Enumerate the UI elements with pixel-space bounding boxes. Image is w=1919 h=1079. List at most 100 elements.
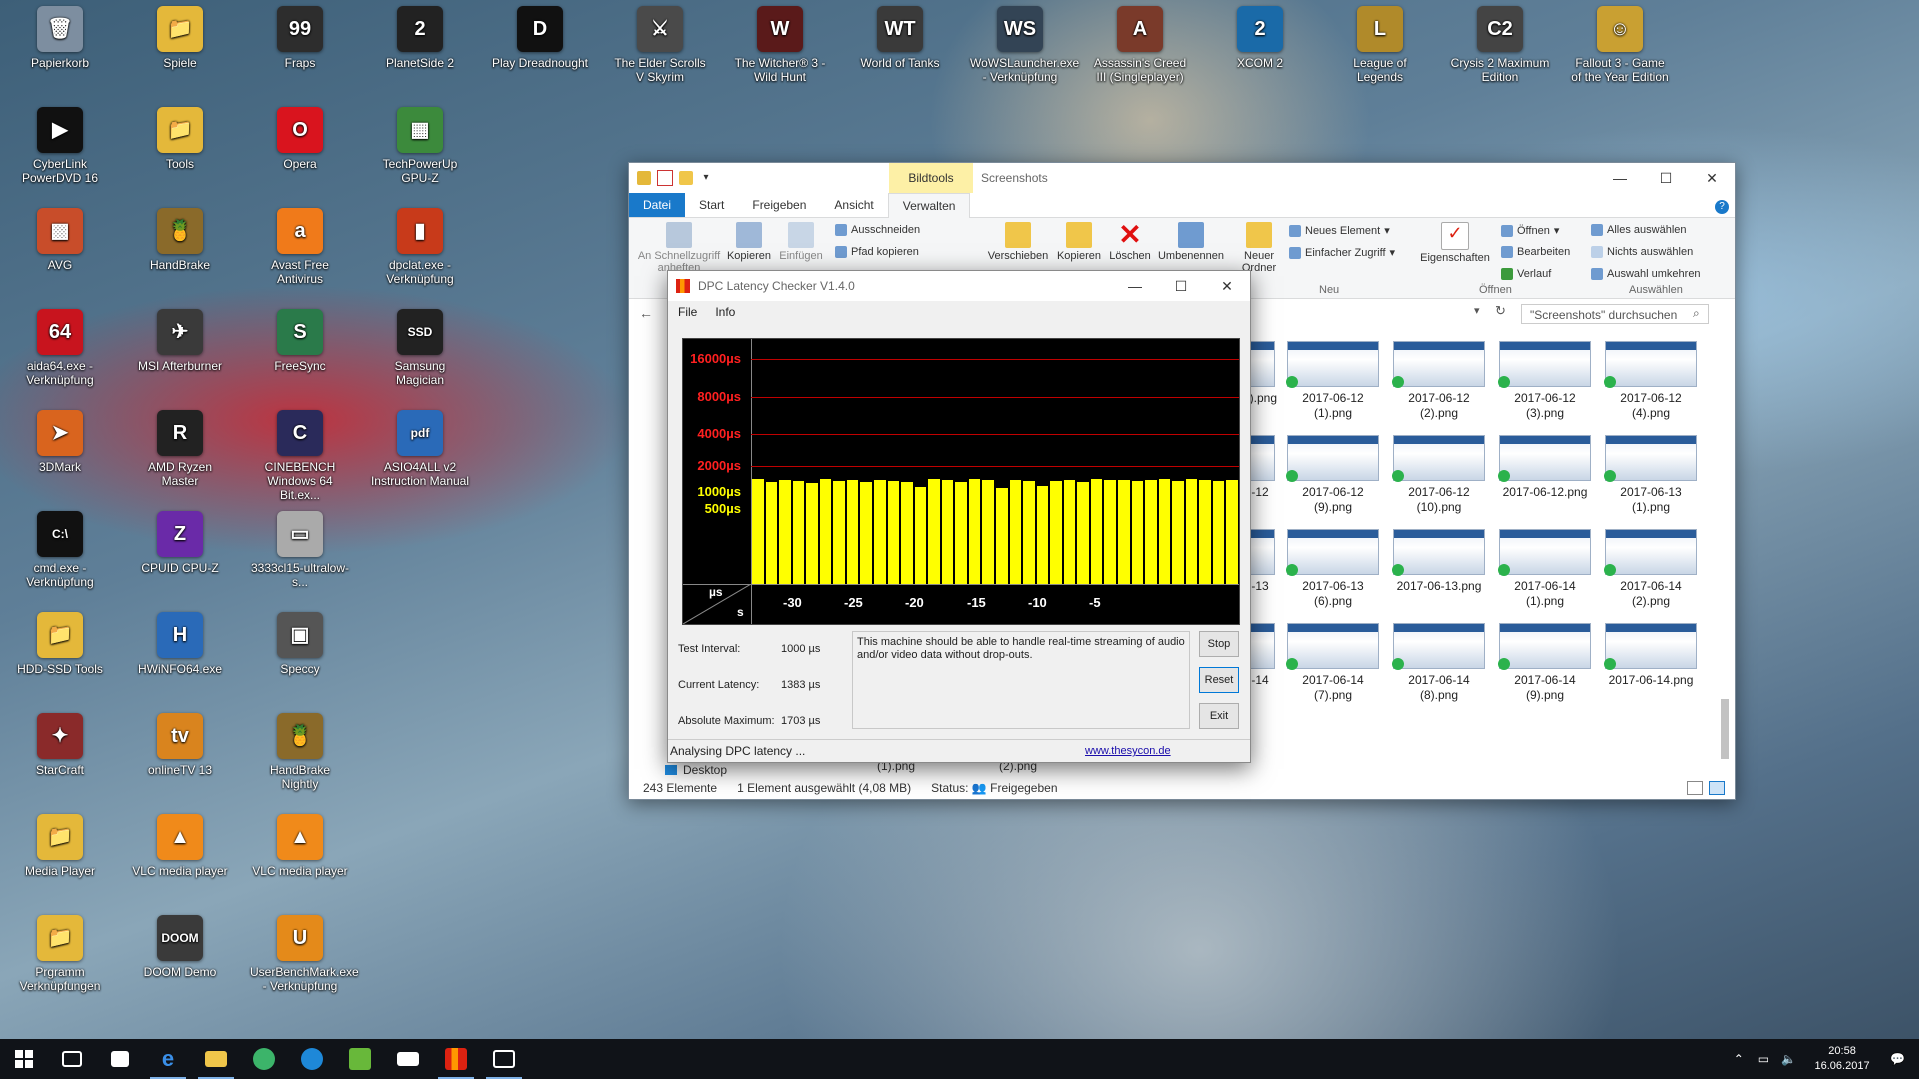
refresh-icon[interactable]: ↻ <box>1495 303 1506 319</box>
delete-button[interactable]: ✕ Löschen <box>1107 218 1153 263</box>
new-item-button[interactable]: Neues Element ▾ <box>1289 224 1390 237</box>
new-folder-icon[interactable] <box>679 171 693 185</box>
file-thumbnail[interactable]: 2017-06-12 (10).png <box>1391 435 1487 515</box>
file-thumbnail[interactable]: 2017-06-12 (3).png <box>1497 341 1593 421</box>
network-icon[interactable]: ▭ <box>1752 1052 1775 1066</box>
desktop-icon[interactable]: A Assassin's Creed III (Singleplayer) <box>1090 6 1190 84</box>
desktop-icon[interactable]: 📁 Prgramm Verknüpfungen <box>10 915 110 993</box>
desktop-icon[interactable]: WS WoWSLauncher.exe - Verknüpfung <box>970 6 1079 84</box>
file-thumbnail[interactable]: 2017-06-14 (2).png <box>1603 529 1699 609</box>
properties-icon[interactable] <box>657 170 673 186</box>
file-thumbnail[interactable]: 2017-06-12.png <box>1497 435 1593 500</box>
dpc-close-button[interactable]: ✕ <box>1204 271 1250 301</box>
properties-button[interactable]: ✓ Eigenschaften <box>1417 218 1493 264</box>
desktop-icon[interactable]: ▮ dpclat.exe - Verknüpfung <box>370 208 470 286</box>
tab-ansicht[interactable]: Ansicht <box>820 193 887 217</box>
desktop-icon[interactable]: 📁 HDD-SSD Tools <box>10 612 110 676</box>
open-button[interactable]: Öffnen ▾ <box>1501 224 1559 237</box>
back-arrow-icon[interactable]: ← <box>639 305 653 321</box>
file-thumbnail[interactable]: 2017-06-14 (9).png <box>1497 623 1593 703</box>
desktop-icon[interactable]: ⚔ The Elder Scrolls V Skyrim <box>610 6 710 84</box>
file-thumbnail[interactable]: 2017-06-12 (4).png <box>1603 341 1699 421</box>
file-thumbnail[interactable]: 2017-06-12 (1).png <box>1285 341 1381 421</box>
desktop-icon[interactable]: WT World of Tanks <box>850 6 950 70</box>
desktop-icon[interactable]: C CINEBENCH Windows 64 Bit.ex... <box>250 410 350 502</box>
paste-button[interactable]: Einfügen <box>775 218 827 262</box>
desktop-icon[interactable]: ☺ Fallout 3 - Game of the Year Edition <box>1570 6 1670 84</box>
dpc-latency-checker-window[interactable]: DPC Latency Checker V1.4.0 — ☐ ✕ File In… <box>667 270 1251 763</box>
search-icon[interactable]: ⌕ <box>1693 306 1700 321</box>
scrollbar-thumb[interactable] <box>1721 699 1729 759</box>
large-icons-view-icon[interactable] <box>1709 781 1725 795</box>
history-button[interactable]: Verlauf <box>1501 268 1551 280</box>
desktop-icon[interactable]: 📁 Tools <box>130 107 230 171</box>
desktop-icon[interactable]: L League of Legends <box>1330 6 1430 84</box>
desktop-icon[interactable]: Z CPUID CPU-Z <box>130 511 230 575</box>
desktop-icon[interactable]: ▩ AVG <box>10 208 110 272</box>
tab-bildtools[interactable]: Bildtools <box>889 163 973 193</box>
tab-freigeben[interactable]: Freigeben <box>738 193 820 217</box>
search-input[interactable]: "Screenshots" durchsuchen <box>1521 304 1709 324</box>
desktop-icon[interactable]: 🍍 HandBrake <box>130 208 230 272</box>
move-to-button[interactable]: Verschieben <box>985 218 1051 262</box>
copy-path-button[interactable]: Pfad kopieren <box>835 246 919 258</box>
dpc-minimize-button[interactable]: — <box>1112 271 1158 301</box>
desktop-icon[interactable]: D Play Dreadnought <box>490 6 590 70</box>
desktop-icon[interactable]: ✦ StarCraft <box>10 713 110 777</box>
desktop-icon[interactable]: ▲ VLC media player <box>250 814 350 878</box>
dpc-maximize-button[interactable]: ☐ <box>1158 271 1204 301</box>
desktop-icon[interactable]: R AMD Ryzen Master <box>130 410 230 488</box>
taskbar-mail[interactable] <box>384 1039 432 1079</box>
desktop-icon[interactable]: O Opera <box>250 107 350 171</box>
desktop-icon[interactable]: C:\ cmd.exe - Verknüpfung <box>10 511 110 589</box>
easy-access-button[interactable]: Einfacher Zugriff ▾ <box>1289 246 1395 259</box>
address-dropdown-icon[interactable]: ▾ <box>1474 304 1480 317</box>
new-folder-button[interactable]: Neuer Ordner <box>1235 218 1283 274</box>
desktop-icon[interactable]: S FreeSync <box>250 309 350 373</box>
file-thumbnail[interactable]: 2017-06-13 (1).png <box>1603 435 1699 515</box>
copy-to-button[interactable]: Kopieren <box>1053 218 1105 262</box>
desktop-icon[interactable]: tv onlineTV 13 <box>130 713 230 777</box>
taskbar-app-blue[interactable] <box>288 1039 336 1079</box>
desktop-icon[interactable]: H HWiNFO64.exe <box>130 612 230 676</box>
file-thumbnail[interactable]: 2017-06-12 (9).png <box>1285 435 1381 515</box>
desktop-icon[interactable]: ➤ 3DMark <box>10 410 110 474</box>
file-thumbnail[interactable]: 2017-06-14 (8).png <box>1391 623 1487 703</box>
file-thumbnail[interactable]: 2017-06-13.png <box>1391 529 1487 594</box>
file-thumbnail[interactable]: 2017-06-14 (7).png <box>1285 623 1381 703</box>
file-thumbnail[interactable]: 2017-06-13 (6).png <box>1285 529 1381 609</box>
action-center-icon[interactable]: 💬 <box>1882 1052 1919 1066</box>
explorer-titlebar[interactable]: ▾ Bildtools Screenshots — ☐ ✕ <box>629 163 1735 193</box>
taskbar-photos[interactable] <box>480 1039 528 1079</box>
desktop-icon[interactable]: 📁 Spiele <box>130 6 230 70</box>
taskbar-edge[interactable]: e <box>144 1039 192 1079</box>
select-none-button[interactable]: Nichts auswählen <box>1591 246 1693 258</box>
desktop-icon[interactable]: W The Witcher® 3 - Wild Hunt <box>730 6 830 84</box>
maximize-button[interactable]: ☐ <box>1643 163 1689 193</box>
desktop-icon[interactable]: 🍍 HandBrake Nightly <box>250 713 350 791</box>
file-thumbnail[interactable]: 2017-06-14.png <box>1603 623 1699 688</box>
desktop-icon[interactable]: DOOM DOOM Demo <box>130 915 230 979</box>
folder-icon[interactable] <box>637 171 651 185</box>
desktop-icon[interactable]: ▭ 3333cl15-ultralow-s... <box>250 511 350 589</box>
desktop-icon[interactable]: ▣ Speccy <box>250 612 350 676</box>
menu-file[interactable]: File <box>678 305 697 319</box>
desktop-icon[interactable]: 64 aida64.exe - Verknüpfung <box>10 309 110 387</box>
minimize-button[interactable]: — <box>1597 163 1643 193</box>
tray-chevron-up-icon[interactable]: ⌃ <box>1726 1052 1752 1066</box>
task-view-button[interactable] <box>48 1039 96 1079</box>
tab-datei[interactable]: Datei <box>629 193 686 217</box>
taskbar-file-explorer[interactable] <box>192 1039 240 1079</box>
cut-button[interactable]: Ausschneiden <box>835 224 920 236</box>
nav-desktop[interactable]: Desktop <box>665 763 727 777</box>
stop-button[interactable]: Stop <box>1199 631 1239 657</box>
tab-start[interactable]: Start <box>685 193 738 217</box>
desktop-icon[interactable]: ▲ VLC media player <box>130 814 230 878</box>
help-icon[interactable]: ? <box>1709 193 1735 217</box>
clock[interactable]: 20:58 16.06.2017 <box>1802 1044 1882 1074</box>
desktop-icon[interactable]: ▦ TechPowerUp GPU-Z <box>370 107 470 185</box>
desktop-icon[interactable]: U UserBenchMark.exe - Verknüpfung <box>250 915 359 993</box>
desktop-icon[interactable]: 2 PlanetSide 2 <box>370 6 470 70</box>
taskbar-app-green[interactable] <box>240 1039 288 1079</box>
desktop-icon[interactable]: a Avast Free Antivirus <box>250 208 350 286</box>
